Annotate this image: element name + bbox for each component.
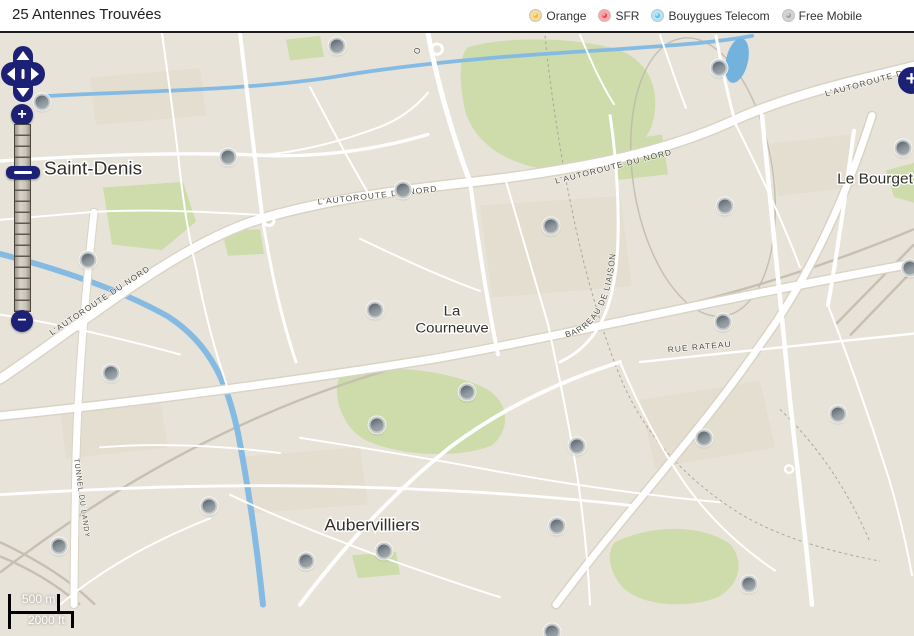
- header: 25 Antennes Trouvées Orange SFR Bouygues T…: [0, 0, 914, 33]
- legend: Orange SFR Bouygues Telecom Free Mobile: [530, 0, 862, 31]
- antenna-marker[interactable]: [543, 218, 560, 235]
- antenna-marker[interactable]: [201, 498, 218, 515]
- legend-item-free-mobile[interactable]: Free Mobile: [783, 9, 862, 23]
- scale-imperial-label: 2000 ft: [28, 613, 65, 627]
- legend-label: SFR: [615, 9, 639, 23]
- city-label-la: La: [444, 304, 462, 320]
- legend-item-bouygues-telecom[interactable]: Bouygues Telecom: [652, 9, 769, 23]
- antenna-map-app: 25 Antennes Trouvées Orange SFR Bouygues T…: [0, 0, 914, 636]
- scale-tick-imperial: [71, 611, 74, 628]
- antenna-marker[interactable]: [376, 543, 393, 560]
- zoom-slider-track[interactable]: [14, 124, 31, 312]
- antenna-marker[interactable]: [80, 252, 97, 269]
- antenna-marker[interactable]: [220, 149, 237, 166]
- antenna-marker[interactable]: [544, 624, 561, 636]
- legend-dot-icon: [652, 10, 663, 21]
- antenna-marker[interactable]: [298, 553, 315, 570]
- antenna-marker[interactable]: [459, 384, 476, 401]
- antenna-marker[interactable]: [367, 302, 384, 319]
- pan-control[interactable]: [0, 45, 46, 107]
- antenna-marker[interactable]: [902, 260, 914, 277]
- antenna-marker[interactable]: [715, 314, 732, 331]
- antenna-marker[interactable]: [369, 417, 386, 434]
- antenna-marker[interactable]: [696, 430, 713, 447]
- city-label-saint-denis: Saint-Denis: [44, 158, 142, 178]
- scale-metric-label: 500 m: [22, 592, 55, 606]
- scale-tick-metric: [57, 594, 60, 614]
- map-pan-zoom-control: + −: [0, 33, 46, 333]
- legend-dot-icon: [599, 10, 610, 21]
- antenna-marker[interactable]: [569, 438, 586, 455]
- legend-item-orange[interactable]: Orange: [530, 9, 586, 23]
- antenna-marker[interactable]: [895, 140, 912, 157]
- antenna-marker[interactable]: [741, 576, 758, 593]
- legend-label: Bouygues Telecom: [668, 9, 769, 23]
- pan-center-dot: [22, 69, 25, 79]
- legend-dot-icon: [530, 10, 541, 21]
- zoom-in-button[interactable]: +: [11, 104, 33, 126]
- legend-label: Free Mobile: [799, 9, 862, 23]
- antenna-marker[interactable]: [717, 198, 734, 215]
- map-tiles: L'AUTOROUTE DU NORD L'AUTOROUTE DU NORD …: [0, 33, 914, 636]
- zoom-slider-handle[interactable]: [6, 166, 40, 179]
- city-label-courneuve: Courneuve: [415, 321, 488, 337]
- antenna-marker[interactable]: [395, 182, 412, 199]
- antenna-marker[interactable]: [549, 518, 566, 535]
- antenna-marker[interactable]: [329, 38, 346, 55]
- antenna-marker[interactable]: [830, 406, 847, 423]
- city-label-le-bourget: Le Bourget: [837, 171, 914, 188]
- legend-item-sfr[interactable]: SFR: [599, 9, 639, 23]
- city-label-aubervilliers: Aubervilliers: [324, 516, 419, 534]
- map-scale-bar: 500 m 2000 ft: [8, 589, 100, 635]
- legend-dot-icon: [783, 10, 794, 21]
- antenna-marker[interactable]: [711, 60, 728, 77]
- map-canvas[interactable]: L'AUTOROUTE DU NORD L'AUTOROUTE DU NORD …: [0, 33, 914, 636]
- zoom-out-button[interactable]: −: [11, 310, 33, 332]
- legend-label: Orange: [546, 9, 586, 23]
- antenna-marker[interactable]: [51, 538, 68, 555]
- antenna-marker[interactable]: [103, 365, 120, 382]
- page-title: 25 Antennes Trouvées: [12, 6, 161, 23]
